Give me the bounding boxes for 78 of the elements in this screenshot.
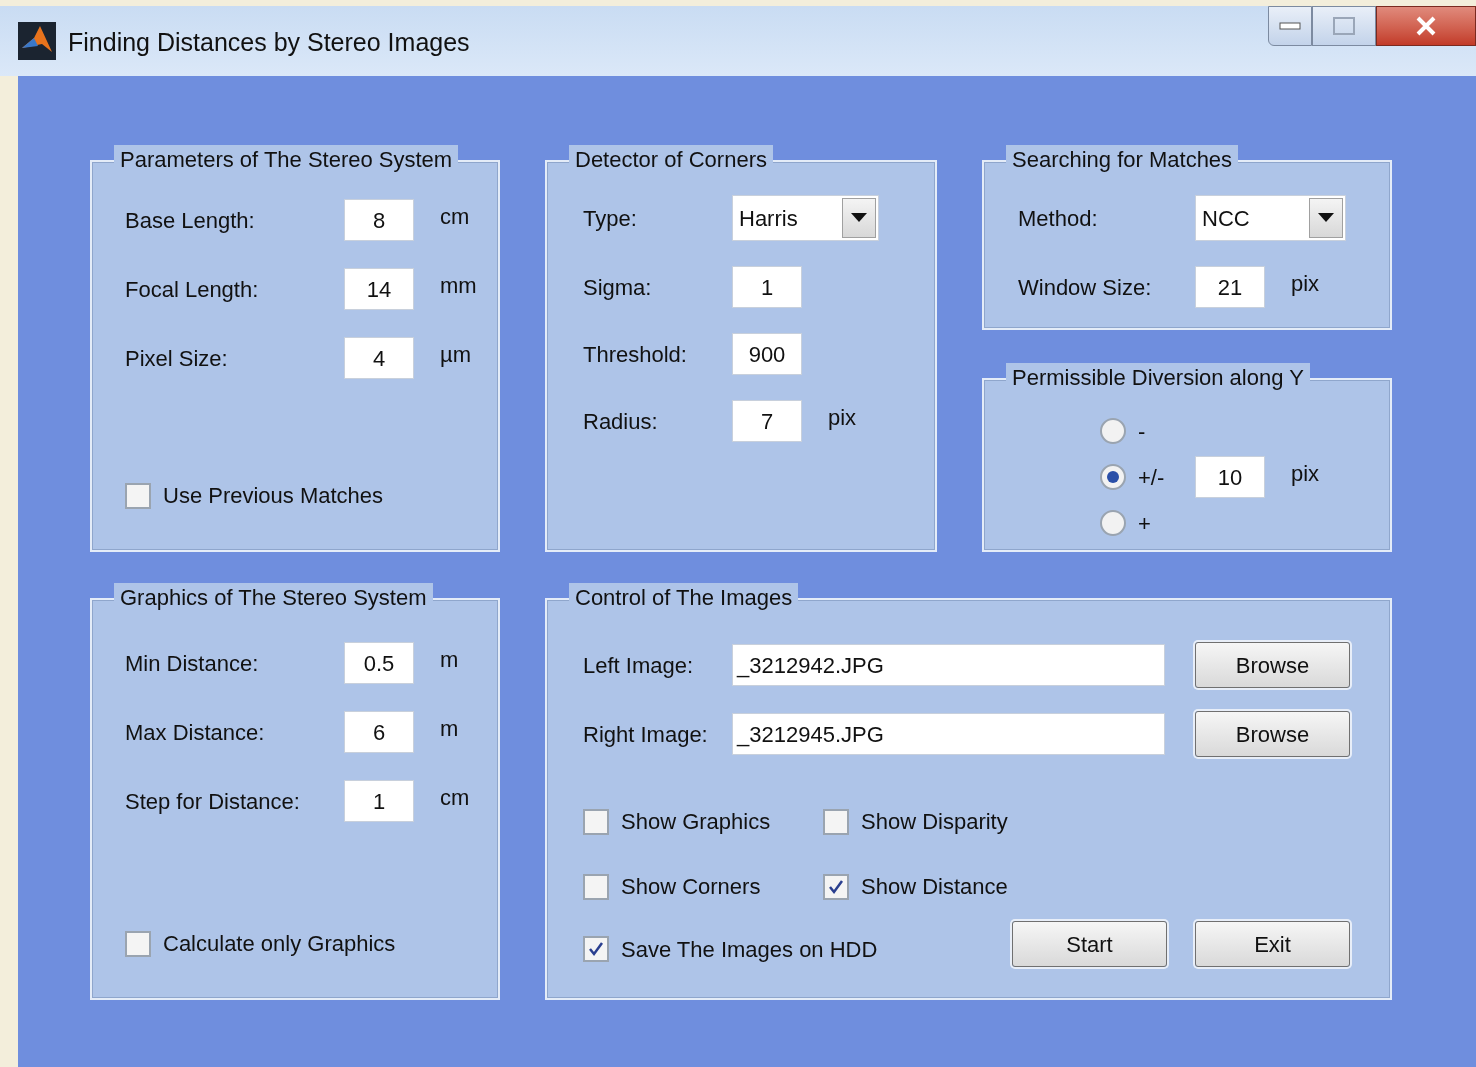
maximize-icon	[1333, 17, 1355, 35]
unit-label: cm	[440, 783, 470, 812]
caret-icon	[851, 213, 867, 223]
field-label: Sigma:	[583, 273, 653, 302]
text-field[interactable]: 21	[1195, 266, 1265, 308]
field-label: Max Distance:	[125, 718, 266, 747]
field-label: Pixel Size:	[125, 344, 229, 373]
group-title: Control of The Images	[569, 583, 799, 613]
unit-label: pix	[1291, 459, 1320, 488]
radio-label: +/-	[1138, 463, 1166, 492]
push-button[interactable]: Start	[1012, 921, 1167, 967]
field-label: Save The Images on HDD	[621, 935, 878, 964]
field-label: Threshold:	[583, 340, 688, 369]
unit-label: cm	[440, 202, 470, 231]
caret-icon	[1318, 213, 1334, 223]
text-field[interactable]: 900	[732, 333, 802, 375]
group-title: Permissible Diversion along Y	[1006, 363, 1310, 393]
field-label: Calculate only Graphics	[163, 930, 396, 958]
field-label: Right Image:	[583, 720, 709, 749]
dropdown[interactable]: NCC	[1195, 195, 1346, 241]
radio-button[interactable]	[1100, 464, 1126, 490]
field-label: Show Corners	[621, 873, 761, 901]
field-label: Focal Length:	[125, 275, 260, 304]
field-label: Window Size:	[1018, 273, 1153, 302]
push-button[interactable]: Exit	[1195, 921, 1350, 967]
text-field[interactable]: 0.5	[344, 642, 414, 684]
text-field[interactable]: 6	[344, 711, 414, 753]
checkbox[interactable]	[583, 936, 609, 962]
checkbox[interactable]	[823, 873, 849, 900]
checkbox[interactable]	[823, 808, 849, 835]
field-label: Min Distance:	[125, 649, 260, 678]
unit-label: mm	[440, 271, 477, 300]
field-label: Radius:	[583, 407, 659, 436]
group-title: Parameters of The Stereo System	[114, 145, 459, 175]
group-title: Searching for Matches	[1006, 145, 1239, 175]
unit-label: µm	[440, 340, 471, 369]
unit-label: m	[440, 714, 459, 743]
unit-label: pix	[828, 403, 857, 432]
field-label: Step for Distance:	[125, 787, 301, 816]
text-field[interactable]: 1	[732, 266, 802, 308]
minimize-icon	[1279, 22, 1301, 30]
window-title: Finding Distances by Stereo Images	[68, 27, 470, 58]
text-field[interactable]: _3212945.JPG	[732, 713, 1165, 755]
text-field[interactable]: 14	[344, 268, 414, 310]
text-field[interactable]: 7	[732, 400, 802, 442]
unit-label: pix	[1291, 269, 1320, 298]
text-field[interactable]: 4	[344, 337, 414, 379]
text-field[interactable]: _3212942.JPG	[732, 644, 1165, 686]
push-button[interactable]: Browse	[1195, 711, 1350, 757]
app-logo-icon	[18, 22, 56, 60]
field-label: Show Graphics	[621, 808, 771, 836]
check-icon	[587, 940, 605, 958]
close-button[interactable]	[1376, 6, 1476, 46]
radio-button[interactable]	[1100, 510, 1126, 536]
field-label: Method:	[1018, 204, 1099, 233]
radio-button[interactable]	[1100, 418, 1126, 444]
push-button[interactable]: Browse	[1195, 642, 1350, 688]
group-title: Graphics of The Stereo System	[114, 583, 433, 613]
checkbox[interactable]	[125, 930, 151, 957]
unit-label: m	[440, 645, 459, 674]
field-label: Show Disparity	[861, 808, 1008, 836]
field-label: Show Distance	[861, 873, 1008, 901]
field-label: Type:	[583, 204, 638, 233]
close-icon	[1415, 16, 1437, 36]
checkbox[interactable]	[583, 873, 609, 900]
checkbox[interactable]	[583, 808, 609, 835]
radio-label: +	[1138, 509, 1152, 538]
field-label: Left Image:	[583, 651, 695, 680]
text-field[interactable]: 10	[1195, 456, 1265, 498]
text-field[interactable]: 8	[344, 199, 414, 241]
radio-label: -	[1138, 417, 1147, 446]
maximize-button[interactable]	[1312, 6, 1376, 46]
text-field[interactable]: 1	[344, 780, 414, 822]
field-label: Base Length:	[125, 206, 256, 235]
minimize-button[interactable]	[1268, 6, 1312, 46]
checkbox[interactable]	[125, 482, 151, 509]
field-label: Use Previous Matches	[163, 482, 384, 510]
dropdown[interactable]: Harris	[732, 195, 879, 241]
